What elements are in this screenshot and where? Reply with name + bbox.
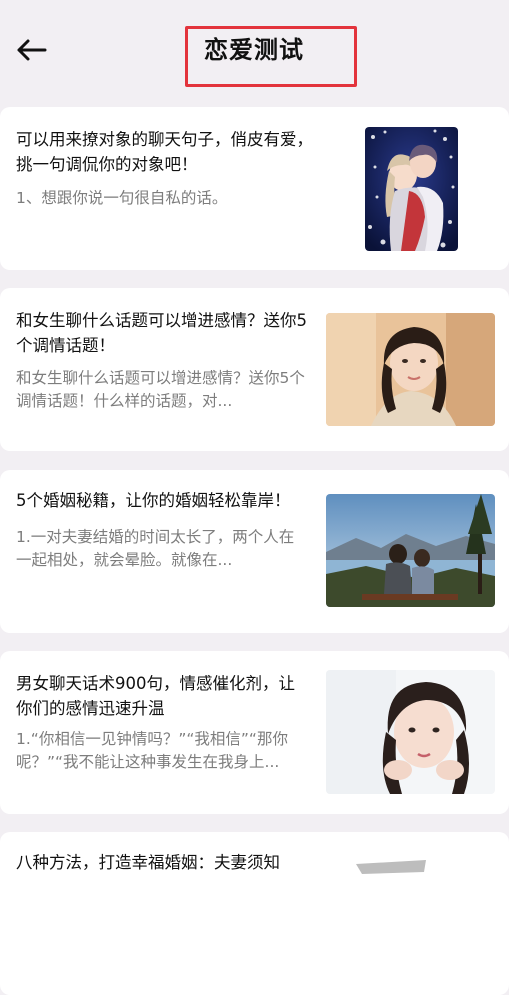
article-title: 5个婚姻秘籍，让你的婚姻轻松靠岸！ [16, 491, 291, 510]
app-header: 恋爱测试 [0, 0, 509, 100]
back-button[interactable] [14, 36, 48, 64]
article-title: 八种方法，打造幸福婚姻：夫妻须知 [16, 853, 280, 872]
article-title: 可以用来撩对象的聊天句子，俏皮有爱，挑一句调侃你的对象吧！ [16, 130, 313, 174]
arrow-left-icon [17, 39, 47, 61]
article-thumbnail [326, 670, 495, 794]
article-desc: 1、想跟你说一句很自私的话。 [16, 189, 228, 207]
article-desc: 和女生聊什么话题可以增进感情？送你5个调情话题！什么样的话题，对... [16, 369, 305, 410]
article-card[interactable]: 和女生聊什么话题可以增进感情？送你5个调情话题！ 和女生聊什么话题可以增进感情？… [0, 288, 509, 451]
article-card[interactable]: 八种方法，打造幸福婚姻：夫妻须知 [0, 832, 509, 995]
article-desc: 1.“你相信一见钟情吗？”“我相信”“那你呢？”“我不能让这种事发生在我身上..… [16, 730, 288, 771]
article-thumbnail [326, 313, 495, 426]
article-thumbnail [326, 854, 495, 967]
article-title: 和女生聊什么话题可以增进感情？送你5个调情话题！ [16, 311, 307, 355]
article-card[interactable]: 5个婚姻秘籍，让你的婚姻轻松靠岸！ 1.一对夫妻结婚的时间太长了，两个人在一起相… [0, 470, 509, 633]
page-title: 恋爱测试 [204, 36, 304, 64]
article-thumbnail [326, 494, 495, 607]
article-card[interactable]: 可以用来撩对象的聊天句子，俏皮有爱，挑一句调侃你的对象吧！ 1、想跟你说一句很自… [0, 107, 509, 270]
article-card[interactable]: 男女聊天话术900句，情感催化剂，让你们的感情迅速升温 1.“你相信一见钟情吗？… [0, 651, 509, 814]
article-title: 男女聊天话术900句，情感催化剂，让你们的感情迅速升温 [16, 674, 295, 718]
article-desc: 1.一对夫妻结婚的时间太长了，两个人在一起相处，就会晕脸。就像在... [16, 528, 295, 569]
article-thumbnail [365, 127, 458, 251]
